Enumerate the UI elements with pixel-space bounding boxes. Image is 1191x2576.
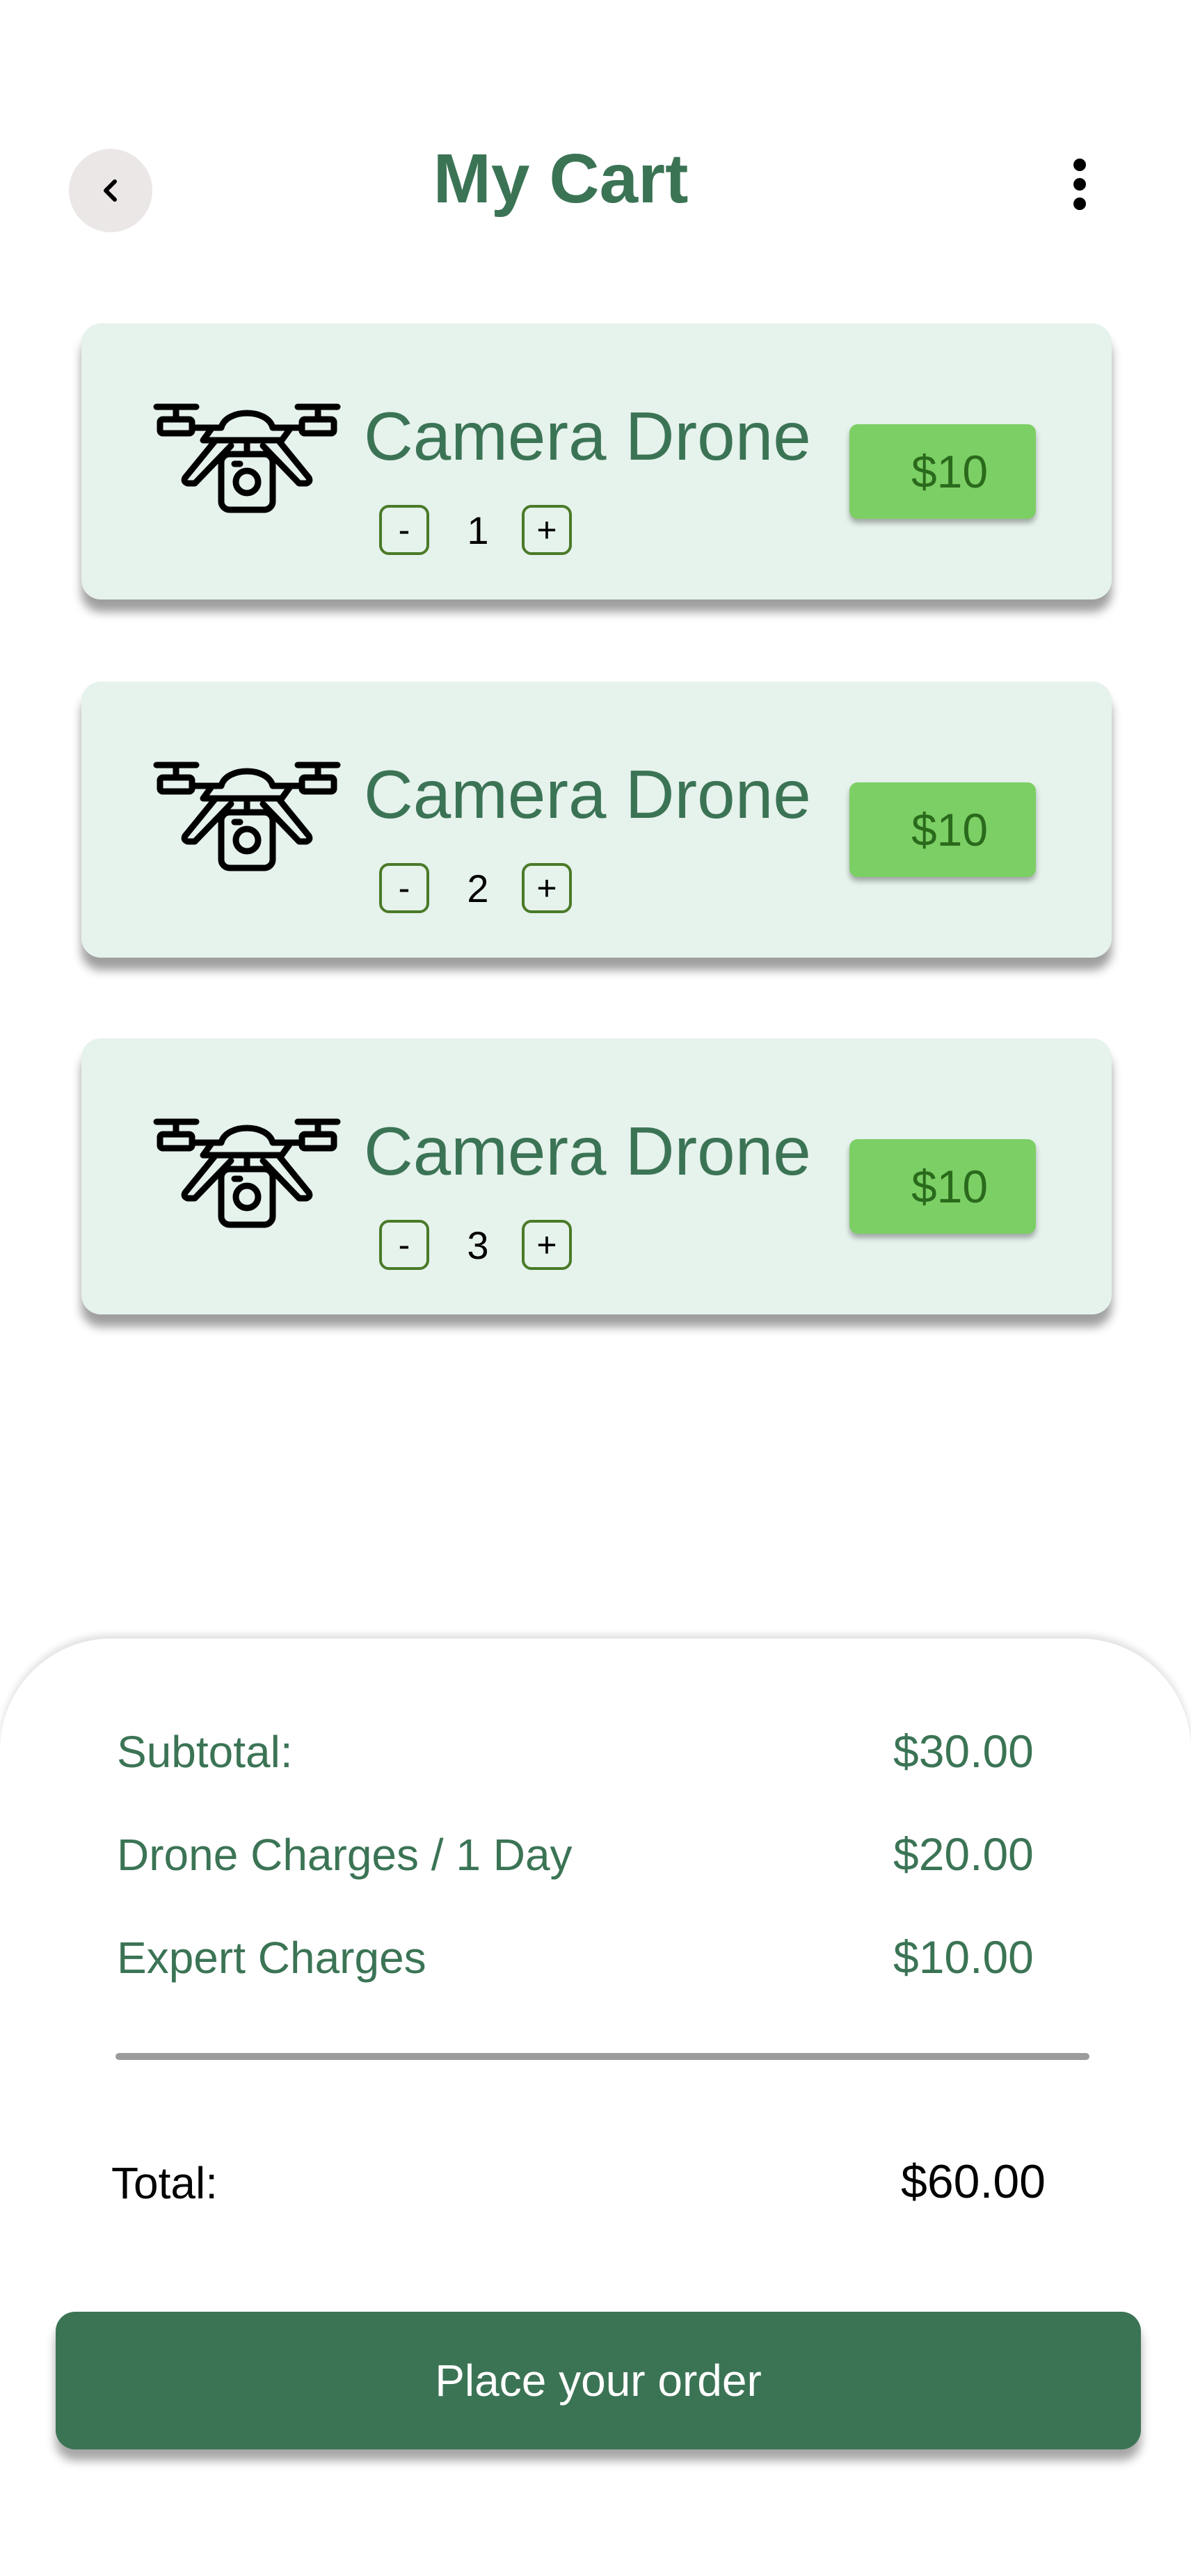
increase-quantity-button[interactable]: + [522,1220,572,1270]
page-title: My Cart [433,140,689,218]
more-options-button[interactable] [1057,153,1102,216]
item-name: Camera Drone [364,756,811,832]
subtotal-label: Subtotal: [117,1727,293,1777]
quantity-value: 2 [467,867,489,910]
decrease-quantity-button[interactable]: - [379,863,429,913]
quantity-value: 3 [467,1223,489,1267]
drone-icon [153,1115,341,1237]
drone-icon [153,400,341,522]
price-tag: $10 [849,424,1036,519]
drone-charges-value: $20.00 [893,1828,1034,1880]
expert-charges-label: Expert Charges [117,1933,426,1983]
decrease-quantity-button[interactable]: - [379,505,429,555]
increase-quantity-button[interactable]: + [522,505,572,555]
cart-item: Camera Drone - 1 + $10 [81,323,1112,599]
place-order-button[interactable]: Place your order [56,2312,1141,2449]
drone-icon [153,758,341,880]
expert-charges-value: $10.00 [893,1931,1034,1983]
increase-quantity-button[interactable]: + [522,863,572,913]
subtotal-value: $30.00 [893,1725,1034,1777]
price-tag: $10 [849,782,1036,877]
item-name: Camera Drone [364,398,811,474]
total-value: $60.00 [901,2155,1046,2208]
price-tag: $10 [849,1139,1036,1234]
quantity-value: 1 [467,508,489,552]
total-label: Total: [111,2158,218,2208]
cart-item: Camera Drone - 3 + $10 [81,1038,1112,1314]
vertical-dots-icon [1073,159,1086,210]
decrease-quantity-button[interactable]: - [379,1220,429,1270]
cart-item: Camera Drone - 2 + $10 [81,682,1112,958]
item-name: Camera Drone [364,1113,811,1189]
drone-charges-label: Drone Charges / 1 Day [117,1830,573,1880]
app-header: My Cart [0,0,1191,292]
summary-divider [115,2053,1089,2060]
